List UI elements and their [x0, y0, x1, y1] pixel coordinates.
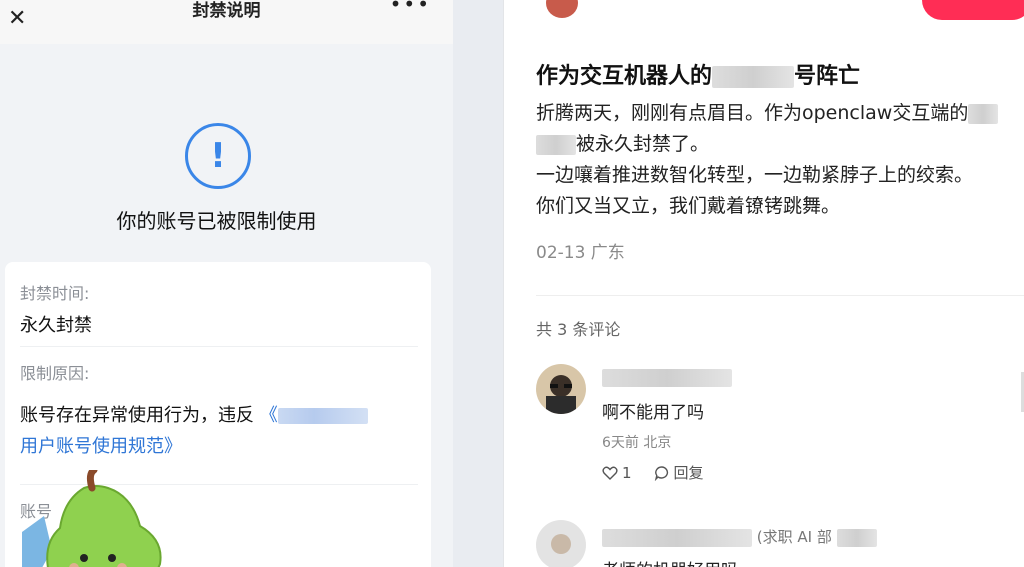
commenter-name[interactable] [602, 368, 732, 387]
comment-count: 共 3 条评论 [536, 320, 621, 339]
commenter-name[interactable]: (求职 AI 部 [602, 526, 877, 547]
more-options-icon[interactable]: ••• [390, 0, 431, 14]
pear-mascot-sticker [22, 470, 162, 567]
ban-time-value: 永久封禁 [20, 315, 92, 336]
commenter-avatar[interactable] [536, 520, 586, 567]
reason-text-start: 账号存在异常使用行为，违反 [20, 405, 254, 426]
redacted-text [277, 408, 368, 424]
body-line: 折腾两天，刚刚有点眉目。作为openclaw交互端的 [536, 98, 1024, 129]
ban-notice-panel: ✕ 封禁说明 ••• ! 你的账号已被限制使用 封禁时间: 永久封禁 限制原因:… [0, 0, 453, 567]
reply-button[interactable]: 回复 [654, 462, 704, 483]
redacted-text [602, 528, 752, 547]
post-panel: 作为交互机器人的 号阵亡 折腾两天，刚刚有点眉目。作为openclaw交互端的 被… [503, 0, 1024, 567]
comment-actions: 1 回复 [602, 462, 704, 483]
redacted-text [968, 103, 999, 124]
commenter-avatar[interactable] [536, 364, 586, 414]
alert-icon: ! [185, 123, 251, 189]
follow-button[interactable] [922, 0, 1024, 20]
reason-text: 账号存在异常使用行为，违反 《 [20, 401, 368, 427]
body-line: 一边嚷着推进数智化转型，一边勒紧脖子上的绞索。 [536, 164, 974, 186]
post-meta: 02-13 广东 [536, 243, 625, 263]
account-policy-link[interactable]: 用户账号使用规范》 [20, 432, 182, 458]
page-title: 封禁说明 [192, 1, 261, 21]
post-title: 作为交互机器人的 号阵亡 [536, 64, 861, 89]
comment-icon [654, 465, 668, 481]
reason-link-open[interactable]: 《 [260, 405, 278, 426]
comment-text: 老师的机器好用吗 [602, 556, 738, 567]
comment-text: 啊不能用了吗 [602, 403, 704, 423]
redacted-text [712, 66, 795, 88]
like-button[interactable]: 1 [602, 464, 632, 482]
top-nav-bar: ✕ 封禁说明 ••• [0, 0, 453, 44]
comment-meta: 6天前 北京 [602, 435, 672, 451]
post-body: 折腾两天，刚刚有点眉目。作为openclaw交互端的 被永久封禁了。 一边嚷着推… [536, 98, 1024, 222]
body-line: 被永久封禁了。 [536, 129, 1024, 160]
reason-label: 限制原因: [20, 364, 90, 383]
body-line: 你们又当又立，我们戴着镣铐跳舞。 [536, 195, 841, 217]
redacted-text [536, 134, 576, 155]
reply-label: 回复 [673, 464, 704, 482]
divider [20, 346, 418, 347]
avatar-image [536, 520, 586, 567]
divider [536, 295, 1024, 296]
redacted-text [602, 368, 732, 387]
heart-icon [602, 466, 618, 480]
author-avatar[interactable] [546, 0, 578, 18]
redacted-text [836, 528, 877, 547]
restriction-headline: 你的账号已被限制使用 [116, 209, 317, 233]
ban-time-label: 封禁时间: [20, 284, 90, 303]
avatar-image [536, 364, 586, 414]
like-count: 1 [622, 463, 632, 482]
